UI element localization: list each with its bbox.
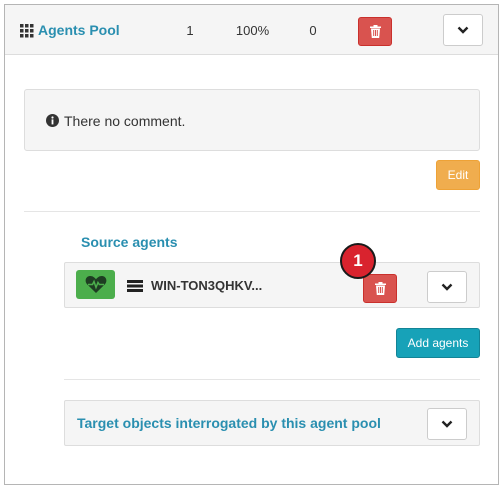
pool-title[interactable]: Agents Pool [38, 22, 120, 38]
remove-agent-button[interactable] [363, 274, 397, 303]
add-agents-button[interactable]: Add agents [396, 328, 480, 358]
panel-header: Agents Pool 1 100% 0 [5, 5, 498, 55]
trash-icon [374, 282, 386, 295]
heartbeat-icon [85, 275, 106, 293]
chevron-down-icon [457, 26, 469, 34]
expand-pool-button[interactable] [443, 14, 483, 46]
agent-name[interactable]: WIN-TON3QHKV... [151, 278, 262, 293]
trash-icon [369, 25, 381, 38]
target-objects-row: Target objects interrogated by this agen… [64, 400, 480, 446]
delete-pool-button[interactable] [358, 17, 392, 46]
divider [24, 211, 480, 212]
agent-health-badge [76, 270, 115, 299]
chevron-down-icon [441, 420, 453, 428]
server-icon [127, 280, 143, 292]
agents-pool-panel: Agents Pool 1 100% 0 There no comment. E… [4, 4, 499, 485]
grid-icon [20, 24, 34, 38]
chevron-down-icon [441, 283, 453, 291]
info-icon [46, 114, 59, 127]
issue-count: 0 [309, 23, 317, 38]
comment-box: There no comment. [24, 89, 480, 151]
edit-button[interactable]: Edit [436, 160, 480, 190]
source-agents-label: Source agents [81, 234, 178, 250]
expand-target-objects-button[interactable] [427, 408, 467, 440]
callout-marker: 1 [340, 243, 376, 279]
agent-count: 1 [186, 23, 194, 38]
divider [64, 379, 480, 380]
health-percent: 100% [235, 23, 270, 38]
comment-text: There no comment. [64, 113, 186, 129]
target-objects-label[interactable]: Target objects interrogated by this agen… [77, 415, 381, 431]
agent-row: WIN-TON3QHKV... [64, 262, 480, 308]
expand-agent-button[interactable] [427, 271, 467, 303]
